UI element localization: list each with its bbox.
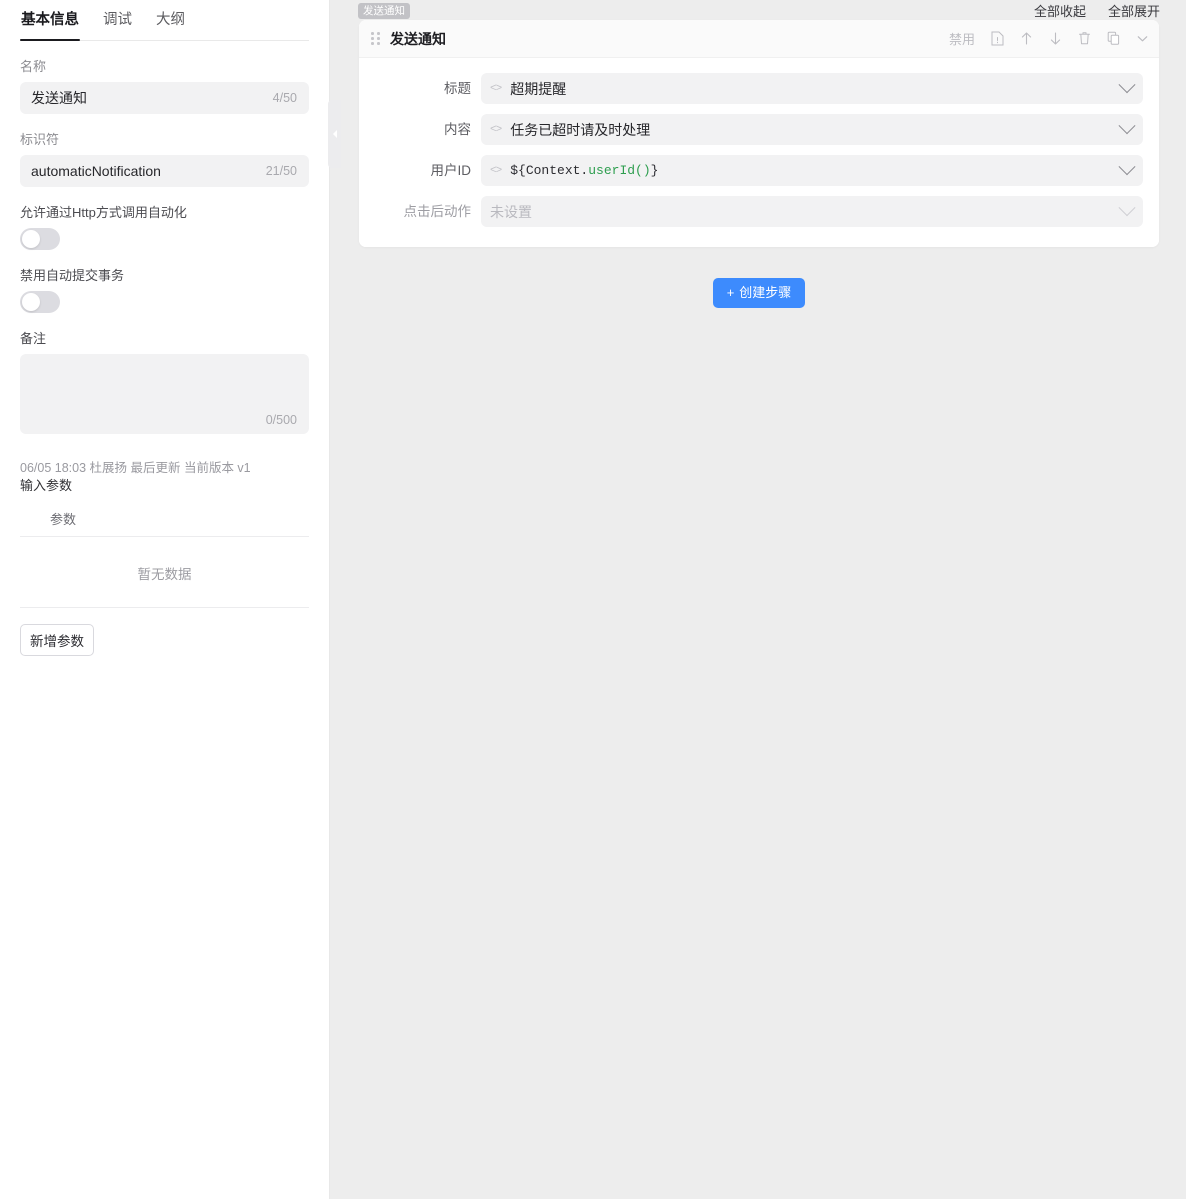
- remark-textarea[interactable]: 0/500: [20, 354, 309, 434]
- form-row-userid: 用户ID <> ${Context.userId()}: [359, 155, 1143, 186]
- content-input[interactable]: <> 任务已超时请及时处理: [481, 114, 1143, 145]
- create-step-button[interactable]: + 创建步骤: [712, 278, 806, 308]
- param-empty-state: 暂无数据: [20, 537, 309, 608]
- userid-value: ${Context.userId()}: [510, 163, 659, 178]
- content-label: 内容: [444, 122, 471, 137]
- userid-input[interactable]: <> ${Context.userId()}: [481, 155, 1143, 186]
- chevron-down-icon[interactable]: [1118, 116, 1136, 134]
- sidebar-tabs: 基本信息 调试 大纲: [20, 0, 309, 41]
- param-table: 参数 暂无数据: [20, 505, 309, 608]
- code-icon: <>: [490, 123, 502, 136]
- sidebar-collapse-handle[interactable]: [328, 100, 341, 168]
- transaction-toggle-label: 禁用自动提交事务: [20, 268, 125, 283]
- arrow-up-icon[interactable]: [1020, 31, 1033, 46]
- click-action-label: 点击后动作: [403, 204, 472, 219]
- chevron-down-icon[interactable]: [1118, 198, 1136, 216]
- expand-all-button[interactable]: 全部展开: [1108, 2, 1160, 22]
- plus-icon: +: [726, 285, 735, 300]
- canvas-toolbar: 全部收起 全部展开: [1034, 2, 1160, 22]
- http-toggle-label: 允许通过Http方式调用自动化: [20, 205, 187, 220]
- step-card: 发送通知 禁用 标题 <> 超期提醒 内容 <> 任务已超时请及时处理 用户ID…: [359, 20, 1159, 247]
- document-icon[interactable]: [991, 31, 1004, 46]
- input-params-title: 输入参数: [20, 478, 73, 493]
- step-card-body: 标题 <> 超期提醒 内容 <> 任务已超时请及时处理 用户ID <> ${Co…: [359, 58, 1159, 247]
- click-action-placeholder: 未设置: [490, 203, 532, 220]
- tab-debug[interactable]: 调试: [102, 8, 133, 40]
- click-action-select[interactable]: 未设置: [481, 196, 1143, 227]
- step-name-tooltip: 发送通知: [358, 3, 410, 19]
- param-column-header: 参数: [20, 505, 309, 537]
- content-value: 任务已超时请及时处理: [510, 121, 651, 138]
- trash-icon[interactable]: [1078, 31, 1091, 46]
- remark-label: 备注: [20, 331, 47, 346]
- transaction-toggle[interactable]: [20, 291, 60, 313]
- add-param-button[interactable]: 新增参数: [20, 624, 94, 656]
- title-label: 标题: [444, 81, 471, 96]
- chevron-down-icon[interactable]: [1118, 157, 1136, 175]
- step-title: 发送通知: [390, 30, 446, 47]
- form-row-click-action: 点击后动作 未设置: [359, 196, 1143, 227]
- identifier-label: 标识符: [20, 132, 60, 147]
- collapse-all-button[interactable]: 全部收起: [1034, 2, 1086, 22]
- identifier-input[interactable]: automaticNotification 21/50: [20, 155, 309, 187]
- name-counter: 4/50: [272, 91, 297, 105]
- name-input[interactable]: 发送通知 4/50: [20, 82, 309, 114]
- create-step-area: + 创建步骤: [359, 278, 1159, 308]
- name-value: 发送通知: [31, 90, 87, 106]
- tab-basic-info[interactable]: 基本信息: [20, 8, 80, 41]
- steps-canvas: 发送通知 全部收起 全部展开 发送通知 禁用 标题 <> 超期提醒 内容 <> …: [330, 0, 1186, 1199]
- code-icon: <>: [490, 82, 502, 95]
- identifier-counter: 21/50: [265, 164, 297, 178]
- arrow-down-icon[interactable]: [1049, 31, 1062, 46]
- remark-counter: 0/500: [265, 413, 297, 427]
- chevron-left-icon: [332, 130, 337, 138]
- step-card-header: 发送通知 禁用: [359, 20, 1159, 58]
- title-value: 超期提醒: [510, 80, 567, 97]
- name-label: 名称: [20, 59, 47, 74]
- tab-label: 调试: [103, 12, 132, 28]
- disable-step-button[interactable]: 禁用: [949, 29, 975, 48]
- version-meta: 06/05 18:03 杜展扬 最后更新 当前版本 v1: [20, 461, 251, 475]
- create-step-label: 创建步骤: [739, 285, 792, 300]
- tab-label: 大纲: [156, 12, 185, 28]
- http-toggle[interactable]: [20, 228, 60, 250]
- title-input[interactable]: <> 超期提醒: [481, 73, 1143, 104]
- code-icon: <>: [490, 164, 502, 177]
- form-row-title: 标题 <> 超期提醒: [359, 73, 1143, 104]
- step-card-actions: 禁用: [949, 29, 1149, 48]
- sidebar: 基本信息 调试 大纲 名称 发送通知 4/50 标识符 automaticNot…: [0, 0, 341, 1199]
- form-row-content: 内容 <> 任务已超时请及时处理: [359, 114, 1143, 145]
- tab-label: 基本信息: [21, 12, 79, 28]
- userid-label: 用户ID: [430, 163, 472, 178]
- drag-dots-icon[interactable]: [371, 32, 381, 45]
- identifier-value: automaticNotification: [31, 163, 161, 179]
- chevron-down-icon[interactable]: [1118, 75, 1136, 93]
- tab-outline[interactable]: 大纲: [155, 8, 186, 40]
- chevron-down-icon[interactable]: [1136, 31, 1149, 46]
- copy-icon[interactable]: [1107, 31, 1120, 46]
- automation-editor: 基本信息 调试 大纲 名称 发送通知 4/50 标识符 automaticNot…: [0, 0, 1186, 1199]
